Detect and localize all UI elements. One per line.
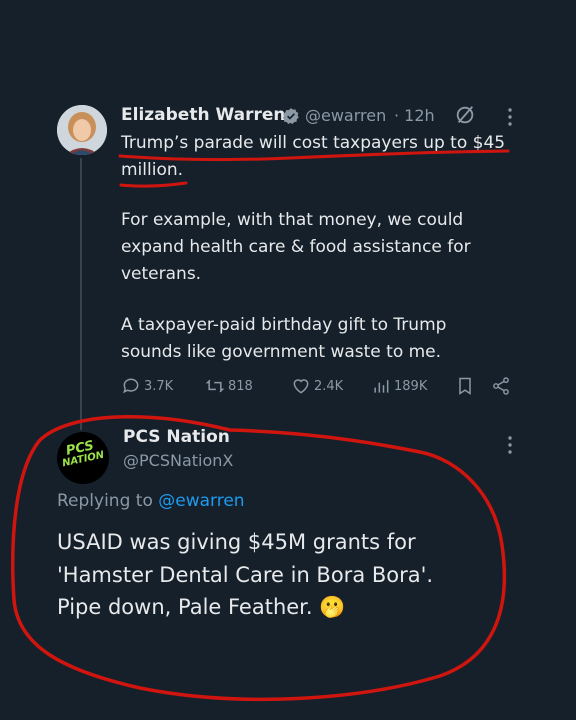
- circle-mark: [11, 415, 507, 702]
- red-annotation-overlay: [11, 149, 510, 702]
- underline-mark-1: [118, 149, 510, 162]
- underline-mark-2: [119, 181, 188, 188]
